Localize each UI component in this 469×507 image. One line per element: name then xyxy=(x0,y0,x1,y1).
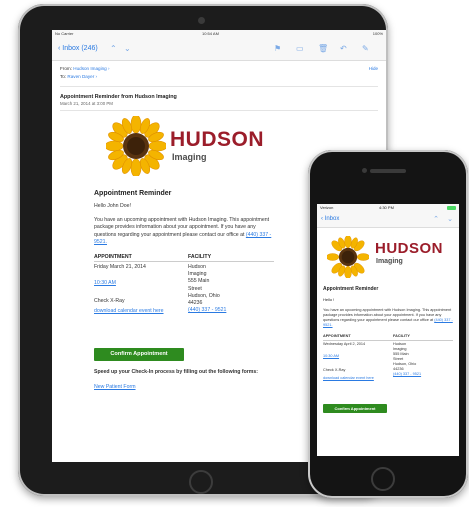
confirm-appointment-button[interactable]: Confirm Appointment xyxy=(323,404,387,413)
facility-address: Hudson Imaging 555 Main Street Hudson, O… xyxy=(393,342,423,377)
email-date: March 21, 2014 at 3:00 PM xyxy=(60,101,113,106)
email-body: HUDSON Imaging Appointment Reminder Hell… xyxy=(94,114,344,391)
facility-line: 44236 xyxy=(188,300,203,307)
email-title: Appointment Reminder xyxy=(323,286,379,292)
intro-paragraph: You have an upcoming appointment with Hu… xyxy=(94,217,274,246)
download-calendar-link[interactable]: download calendar event here xyxy=(323,376,383,381)
iphone-home-button[interactable] xyxy=(371,467,395,491)
clock-text: 10:54 AM xyxy=(202,31,219,36)
col-header-facility: FACILITY xyxy=(393,334,410,338)
appointment-table: APPOINTMENT FACILITY Friday March 21, 20… xyxy=(94,254,344,346)
appointment-date: Friday March 21, 2014 xyxy=(94,264,146,271)
inbox-back-button[interactable]: ‹ Inbox xyxy=(321,216,339,222)
facility-address: Hudson Imaging 555 Main Street Hudson, O… xyxy=(188,264,228,314)
battery-text: 100% xyxy=(372,31,383,36)
download-calendar-link[interactable]: download calendar event here xyxy=(94,308,174,315)
appointment-time[interactable]: 10:30 AM xyxy=(94,280,116,287)
greeting: Hello John Doe! xyxy=(94,203,131,209)
compose-icon[interactable]: ✎ xyxy=(362,44,369,53)
hide-link[interactable]: Hide xyxy=(369,66,378,71)
chevron-up-icon[interactable]: ⌃ xyxy=(110,44,117,53)
email-title: Appointment Reminder xyxy=(94,190,172,197)
brand-subtitle: Imaging xyxy=(376,258,403,265)
sunflower-logo-icon xyxy=(327,236,369,278)
mail-toolbar: ‹ Inbox (246) ⌃ ⌄ ⚑ ▭ 🗑 ↶ ✎ xyxy=(52,38,386,61)
ipad-home-button[interactable] xyxy=(189,470,213,494)
iphone-device: Verizon 4:30 PM ‹ Inbox ⌃ ⌄ HUDSON Imagi… xyxy=(308,150,468,498)
carrier-text: Verizon xyxy=(320,205,334,210)
facility-line: Street xyxy=(188,285,202,292)
from-name[interactable]: Hudson Imaging xyxy=(73,66,106,71)
chevron-down-icon[interactable]: ⌄ xyxy=(124,44,131,53)
brand-header: HUDSON Imaging xyxy=(323,232,455,282)
confirm-appointment-button[interactable]: Confirm Appointment xyxy=(94,348,184,362)
appointment-type: Check X-Ray xyxy=(94,298,125,305)
new-patient-form-link[interactable]: New Patient Form xyxy=(94,384,344,391)
iphone-status-bar: Verizon 4:30 PM xyxy=(317,204,459,212)
brand-name: HUDSON xyxy=(170,128,265,151)
sunflower-logo-icon xyxy=(106,116,166,176)
appointment-table: APPOINTMENT FACILITY Wednesday April 2, … xyxy=(323,334,455,394)
intro-paragraph: You have an upcoming appointment with Hu… xyxy=(323,308,453,328)
trash-icon[interactable]: 🗑 xyxy=(318,44,328,53)
col-header-appointment: APPOINTMENT xyxy=(94,254,132,261)
battery-icon xyxy=(447,206,456,210)
table-divider xyxy=(323,340,453,341)
ipad-camera xyxy=(198,17,205,24)
intro-text: You have an upcoming appointment with Hu… xyxy=(323,308,452,322)
col-header-appointment: APPOINTMENT xyxy=(323,334,351,338)
email-subject: Appointment Reminder from Hudson Imaging xyxy=(60,94,177,100)
appointment-date: Wednesday April 2, 2014 xyxy=(323,342,366,346)
table-divider xyxy=(94,261,274,263)
to-name[interactable]: Raven Dayer xyxy=(67,74,94,79)
speed-up-text: Speed up your Check-In process by fillin… xyxy=(94,369,258,376)
inbox-back-label: Inbox xyxy=(324,216,340,222)
iphone-camera xyxy=(362,168,367,173)
iphone-mail-toolbar: ‹ Inbox ⌃ ⌄ xyxy=(317,212,459,228)
intro-text: You have an upcoming appointment with Hu… xyxy=(94,217,270,238)
iphone-speaker xyxy=(370,169,406,173)
facility-line: 555 Main xyxy=(188,278,210,285)
folder-icon[interactable]: ▭ xyxy=(296,44,304,53)
facility-line: Imaging xyxy=(188,271,207,278)
divider xyxy=(60,86,378,87)
ipad-status-bar: No Carrier 10:54 AM 100% xyxy=(52,30,386,38)
facility-line: Hudson, Ohio xyxy=(188,292,220,299)
to-line: To: Raven Dayer › xyxy=(60,74,98,79)
from-line: From: Hudson Imaging › xyxy=(60,66,110,71)
reply-icon[interactable]: ↶ xyxy=(340,44,347,53)
brand-name: HUDSON xyxy=(375,240,444,257)
iphone-email-body: HUDSON Imaging Appointment Reminder Hell… xyxy=(323,232,455,413)
divider xyxy=(60,110,378,111)
carrier-text: No Carrier xyxy=(55,31,74,36)
chevron-up-icon[interactable]: ⌃ xyxy=(433,215,439,223)
greeting: Hello ! xyxy=(323,297,335,302)
facility-phone-link[interactable]: (440) 337 - 9521 xyxy=(188,307,228,314)
inbox-back-button[interactable]: ‹ Inbox (246) xyxy=(58,45,98,52)
flag-icon[interactable]: ⚑ xyxy=(274,44,281,53)
from-label: From: xyxy=(60,66,72,71)
inbox-back-label: Inbox (246) xyxy=(62,45,98,52)
appointment-type: Check X-Ray xyxy=(323,368,346,372)
appointment-time[interactable]: 10:30 AM xyxy=(323,354,339,359)
to-label: To: xyxy=(60,74,67,79)
facility-line: Hudson xyxy=(188,264,206,271)
brand-header: HUDSON Imaging xyxy=(94,114,344,184)
brand-subtitle: Imaging xyxy=(172,152,207,162)
chevron-down-icon[interactable]: ⌄ xyxy=(447,215,453,223)
iphone-screen: Verizon 4:30 PM ‹ Inbox ⌃ ⌄ HUDSON Imagi… xyxy=(317,204,459,456)
facility-phone-link[interactable]: (440) 337 - 9521 xyxy=(393,372,423,377)
clock-text: 4:30 PM xyxy=(379,205,394,210)
col-header-facility: FACILITY xyxy=(188,254,212,261)
